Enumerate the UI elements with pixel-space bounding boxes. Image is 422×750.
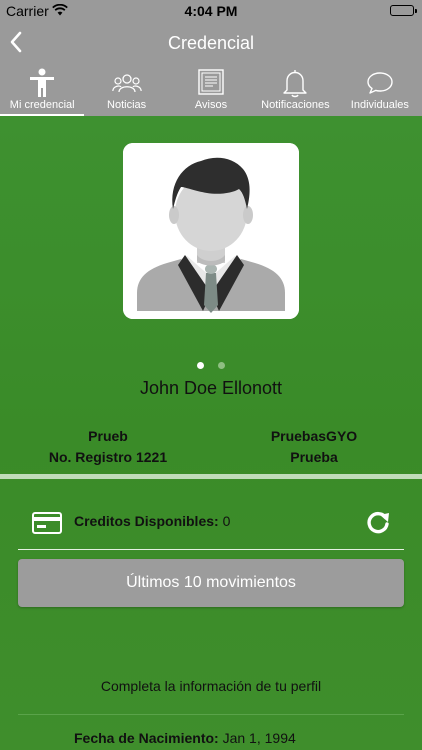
tab-avisos[interactable]: Avisos (169, 64, 253, 116)
credits-value: 0 (222, 513, 231, 529)
tab-individuales[interactable]: Individuales (338, 64, 422, 116)
birth-date-text: Fecha de Nacimiento: Jan 1, 1994 (74, 730, 296, 746)
tab-label: Notificaciones (261, 99, 330, 111)
battery-icon (390, 5, 417, 16)
document-icon (197, 68, 225, 101)
avatar-icon (123, 143, 299, 319)
info-left-line1: Prueb (88, 428, 128, 444)
page-indicator[interactable] (0, 356, 422, 374)
credits-label: Creditos Disponibles: (74, 513, 219, 529)
page-dot[interactable] (218, 362, 226, 369)
tab-mi-credencial[interactable]: Mi credencial (0, 64, 85, 116)
page-dot-active[interactable] (196, 362, 204, 369)
credit-card-icon (32, 512, 62, 539)
section-divider (0, 474, 422, 479)
credits-row: Creditos Disponibles: 0 (18, 494, 404, 550)
info-right-line1: PruebasGYO (270, 428, 358, 444)
refresh-button[interactable] (364, 508, 392, 541)
status-bar: Carrier 4:04 PM (0, 0, 422, 22)
navigation-bar: Credencial (0, 22, 422, 64)
birth-date-row: Fecha de Nacimiento: Jan 1, 1994 (18, 714, 404, 750)
registration-number: No. Registro 1221 (48, 449, 168, 465)
profile-photo[interactable] (123, 143, 299, 319)
refresh-icon (367, 512, 389, 534)
credits-text: Creditos Disponibles: 0 (74, 513, 230, 529)
chat-bubble-icon (366, 68, 394, 101)
tab-label: Individuales (350, 99, 409, 111)
info-right: PruebasGYO Prueba (234, 426, 394, 468)
group-icon (111, 68, 142, 101)
credential-content: John Doe Ellonott Prueb No. Registro 122… (0, 116, 422, 750)
tab-bar: Mi credencial Noticias Avisos Notificaci… (0, 64, 422, 116)
tab-label: Mi credencial (9, 99, 75, 111)
tab-label: Avisos (194, 99, 228, 111)
page-title: Credencial (167, 33, 255, 53)
person-icon (28, 68, 56, 103)
last-movements-button[interactable]: Últimos 10 movimientos (18, 559, 404, 607)
info-left: Prueb No. Registro 1221 (28, 426, 188, 468)
info-right-line2: Prueba (290, 449, 338, 465)
birth-date-value: Jan 1, 1994 (222, 730, 296, 746)
user-name: John Doe Ellonott (139, 378, 283, 398)
complete-profile-text: Completa la información de tu perfil (100, 678, 322, 694)
birth-date-label: Fecha de Nacimiento: (74, 730, 219, 746)
tab-label: Noticias (107, 99, 147, 111)
clock: 4:04 PM (184, 3, 238, 19)
tab-noticias[interactable]: Noticias (84, 64, 168, 116)
bell-icon (282, 68, 308, 103)
tab-notificaciones[interactable]: Notificaciones (253, 64, 337, 116)
